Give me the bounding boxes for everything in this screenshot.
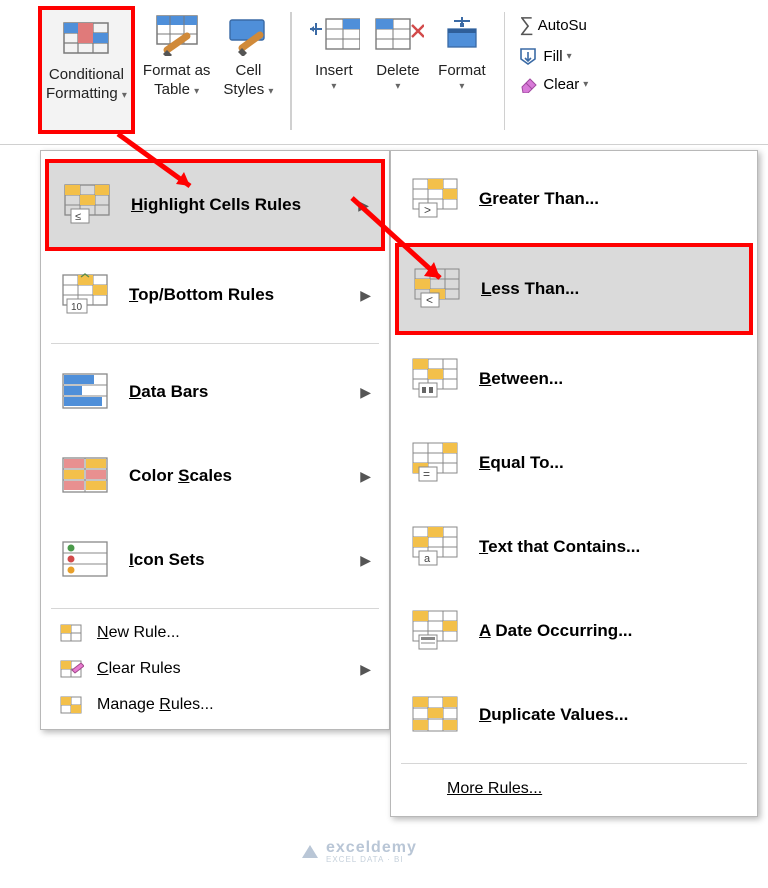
data-bars-item[interactable]: Data Bars ▶ [47, 350, 383, 434]
conditional-formatting-icon [60, 16, 112, 62]
between-icon [411, 357, 463, 401]
new-rule-label: New Rule... [97, 624, 369, 642]
sigma-icon: ∑ [519, 14, 533, 37]
delete-caret: ▾ [395, 81, 400, 94]
fill-label: Fill [543, 48, 562, 65]
chevron-right-icon: ▶ [360, 661, 371, 678]
top-bottom-rules-item[interactable]: 10 Top/Bottom Rules ▶ [47, 253, 383, 337]
equal-to-label: Equal To... [479, 453, 737, 473]
highlight-cells-icon: ≤ [63, 183, 115, 227]
watermark-text: exceldemy [326, 840, 417, 856]
chevron-right-icon: ▶ [360, 384, 371, 401]
ribbon-separator [290, 12, 292, 130]
svg-text:=: = [423, 467, 430, 481]
format-icon [436, 12, 488, 58]
top-bottom-label: Top/Bottom Rules [129, 285, 369, 305]
format-caret: ▾ [459, 81, 464, 94]
fill-icon [519, 47, 539, 65]
fill-button[interactable]: Fill▾ [519, 47, 588, 65]
autosum-button[interactable]: ∑ AutoSu [519, 14, 588, 37]
icon-sets-label: Icon Sets [129, 550, 369, 570]
equal-to-item[interactable]: = Equal To... [397, 421, 751, 505]
equal-to-icon: = [411, 441, 463, 485]
duplicate-values-icon [411, 693, 463, 737]
date-occurring-item[interactable]: A Date Occurring... [397, 589, 751, 673]
insert-icon [308, 12, 360, 58]
new-rule-item[interactable]: New Rule... [47, 615, 383, 651]
clear-label: Clear [543, 76, 579, 93]
delete-button[interactable]: Delete ▾ [368, 6, 428, 134]
svg-text:≤: ≤ [75, 211, 81, 223]
insert-button[interactable]: Insert ▾ [304, 6, 364, 134]
color-scales-label: Color Scales [129, 466, 369, 486]
format-label: Format [438, 62, 486, 81]
clear-button[interactable]: Clear▾ [519, 75, 588, 93]
cell-styles-icon [222, 12, 274, 58]
text-contains-item[interactable]: a Text that Contains... [397, 505, 751, 589]
color-scales-item[interactable]: Color Scales ▶ [47, 434, 383, 518]
more-rules-label: More Rules... [447, 780, 542, 797]
conditional-formatting-label-1: Conditional [49, 66, 124, 85]
insert-label: Insert [315, 62, 353, 81]
cell-styles-button[interactable]: Cell Styles ▾ [218, 6, 278, 134]
format-table-label-1: Format as [143, 62, 211, 81]
conditional-formatting-menu: ≤ Highlight Cells Rules ▶ 10 Top/Bottom … [40, 150, 390, 730]
conditional-formatting-label-2: Formatting ▾ [46, 85, 127, 104]
duplicate-values-label: Duplicate Values... [479, 705, 737, 725]
eraser-icon [519, 75, 539, 93]
color-scales-icon [61, 454, 113, 498]
format-as-table-icon [151, 12, 203, 58]
text-contains-label: Text that Contains... [479, 537, 737, 557]
watermark-subtext: EXCEL DATA · BI [326, 856, 417, 864]
insert-caret: ▾ [331, 81, 336, 94]
new-rule-icon [59, 621, 85, 645]
cell-styles-label-2: Styles ▾ [223, 81, 273, 100]
top-bottom-icon: 10 [61, 273, 113, 317]
format-as-table-button[interactable]: Format as Table ▾ [139, 6, 215, 134]
manage-rules-label: Manage Rules... [97, 696, 369, 714]
icon-sets-icon [61, 538, 113, 582]
delete-label: Delete [376, 62, 419, 81]
menu-separator [51, 608, 379, 609]
date-occurring-icon [411, 609, 463, 653]
watermark-logo-icon [300, 842, 320, 862]
red-arrow-1 [112, 128, 212, 208]
more-rules-item[interactable]: More Rules... [391, 770, 757, 814]
chevron-right-icon: ▶ [360, 468, 371, 485]
clear-rules-item[interactable]: Clear Rules ▶ [47, 651, 383, 687]
manage-rules-item[interactable]: Manage Rules... [47, 687, 383, 723]
svg-text:10: 10 [71, 302, 83, 313]
menu-separator [401, 763, 747, 764]
watermark: exceldemy EXCEL DATA · BI [300, 840, 417, 864]
highlight-cells-rules-item[interactable]: ≤ Highlight Cells Rules ▶ [45, 159, 385, 251]
editing-group: ∑ AutoSu Fill▾ Clear▾ [515, 6, 592, 93]
delete-icon [372, 12, 424, 58]
ribbon: Conditional Formatting ▾ Format as Table… [0, 0, 768, 145]
text-contains-icon: a [411, 525, 463, 569]
cell-styles-label-1: Cell [236, 62, 262, 81]
manage-rules-icon [59, 693, 85, 717]
data-bars-icon [61, 370, 113, 414]
between-label: Between... [479, 369, 737, 389]
format-table-label-2: Table ▾ [154, 81, 199, 100]
format-button[interactable]: Format ▾ [432, 6, 492, 134]
svg-text:a: a [424, 553, 431, 565]
ribbon-separator-2 [504, 12, 506, 130]
red-arrow-2 [344, 190, 464, 300]
duplicate-values-item[interactable]: Duplicate Values... [397, 673, 751, 757]
data-bars-label: Data Bars [129, 382, 369, 402]
menu-separator [51, 343, 379, 344]
clear-rules-label: Clear Rules [97, 660, 369, 678]
less-than-label: Less Than... [481, 279, 735, 299]
date-occurring-label: A Date Occurring... [479, 621, 737, 641]
conditional-formatting-button[interactable]: Conditional Formatting ▾ [38, 6, 135, 134]
icon-sets-item[interactable]: Icon Sets ▶ [47, 518, 383, 602]
greater-than-label: Greater Than... [479, 189, 737, 209]
between-item[interactable]: Between... [397, 337, 751, 421]
autosum-label: AutoSu [538, 17, 587, 34]
chevron-right-icon: ▶ [360, 552, 371, 569]
clear-rules-icon [59, 657, 85, 681]
